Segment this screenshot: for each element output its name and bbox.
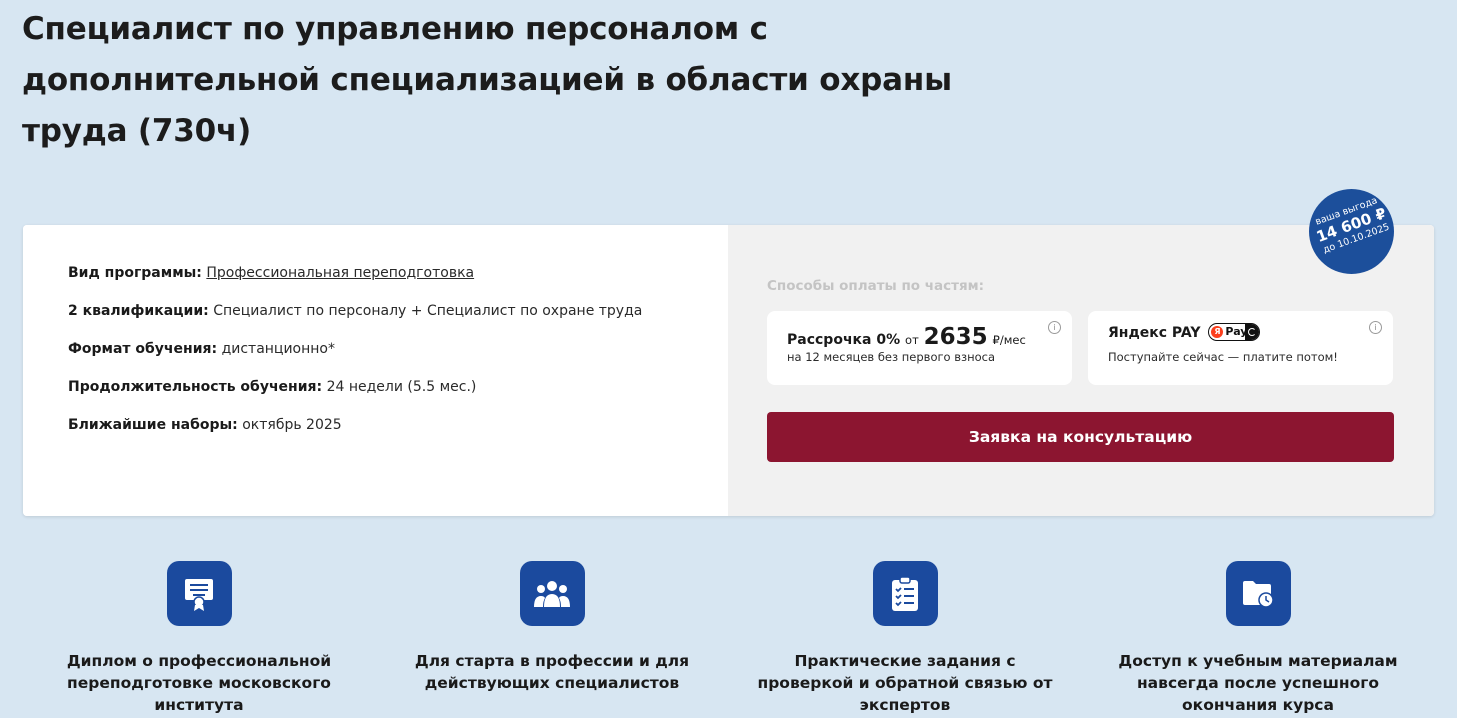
duration-label: Продолжительность обучения: [68, 379, 323, 395]
installment-option[interactable]: Рассрочка 0% от 2635 ₽/мес на 12 месяцев… [767, 311, 1072, 385]
feature-item: Доступ к учебным материалам навсегда пос… [1088, 561, 1428, 716]
yandex-pay-logo-icon: Я Pay [1208, 323, 1261, 341]
duration-row: Продолжительность обучения: 24 недели (5… [68, 379, 476, 395]
yandex-pay-name: Яндекс PAY [1108, 325, 1201, 341]
yandex-pay-note: Поступайте сейчас — платите потом! [1108, 350, 1338, 364]
info-icon[interactable]: i [1048, 321, 1061, 334]
yandex-logo-circle [1245, 324, 1260, 340]
feature-text: Практические задания с проверкой и обрат… [757, 652, 1053, 714]
installment-note: на 12 месяцев без первого взноса [787, 350, 996, 364]
benefit-text: ваша выгода 14 600 ₽ до 10.10.2025 [1305, 192, 1399, 260]
payment-panel: Способы оплаты по частям: Рассрочка 0% о… [728, 225, 1434, 516]
yandex-pay-option[interactable]: Яндекс PAY Я Pay Поступайте сейчас — пла… [1088, 311, 1393, 385]
intake-label: Ближайшие наборы: [68, 417, 238, 433]
page-title: Специалист по управлению персоналом с до… [22, 11, 952, 149]
intake-row: Ближайшие наборы: октябрь 2025 [68, 417, 342, 433]
format-label: Формат обучения: [68, 341, 218, 357]
feature-item: Практические задания с проверкой и обрат… [735, 561, 1075, 716]
program-type-link[interactable]: Профессиональная переподготовка [206, 265, 474, 281]
yandex-pay-line: Яндекс PAY Я Pay [1108, 323, 1261, 342]
feature-text: Доступ к учебным материалам навсегда пос… [1118, 652, 1398, 714]
intake-value: октябрь 2025 [242, 417, 342, 433]
program-type-label: Вид программы: [68, 265, 202, 281]
duration-value: 24 недели (5.5 мес.) [326, 379, 477, 395]
qualifications-value: Специалист по персоналу + Специалист по … [213, 303, 643, 319]
payment-title: Способы оплаты по частям: [767, 278, 985, 294]
installment-from: от [905, 333, 919, 347]
program-card: Вид программы: Профессиональная переподг… [23, 225, 1434, 516]
installment-name: Рассрочка 0% [787, 332, 901, 348]
feature-text: Диплом о профессиональной переподготовке… [66, 652, 332, 714]
yandex-logo-pay: Pay [1225, 325, 1248, 338]
qualifications-label: 2 квалификации: [68, 303, 209, 319]
feature-text: Для старта в профессии и для действующих… [414, 652, 690, 692]
installment-amount: 2635 [923, 324, 988, 350]
feature-item: Для старта в профессии и для действующих… [382, 561, 722, 694]
yandex-logo-letter: Я [1211, 326, 1224, 338]
qualifications-row: 2 квалификации: Специалист по персоналу … [68, 303, 642, 319]
program-details: Вид программы: Профессиональная переподг… [23, 225, 728, 516]
feature-item: Диплом о профессиональной переподготовке… [29, 561, 369, 716]
consultation-request-button[interactable]: Заявка на консультацию [767, 412, 1394, 462]
format-row: Формат обучения: дистанционно* [68, 341, 335, 357]
program-type-row: Вид программы: Профессиональная переподг… [68, 265, 474, 281]
diploma-icon [166, 561, 232, 626]
installment-unit: ₽/мес [992, 333, 1026, 347]
benefit-badge: ваша выгода 14 600 ₽ до 10.10.2025 [1309, 189, 1394, 274]
installment-line: Рассрочка 0% от 2635 ₽/мес [787, 324, 1026, 350]
checklist-icon [872, 561, 938, 626]
format-value: дистанционно* [221, 341, 335, 357]
folder-clock-icon [1225, 561, 1291, 626]
info-icon[interactable]: i [1369, 321, 1382, 334]
group-icon [519, 561, 585, 626]
